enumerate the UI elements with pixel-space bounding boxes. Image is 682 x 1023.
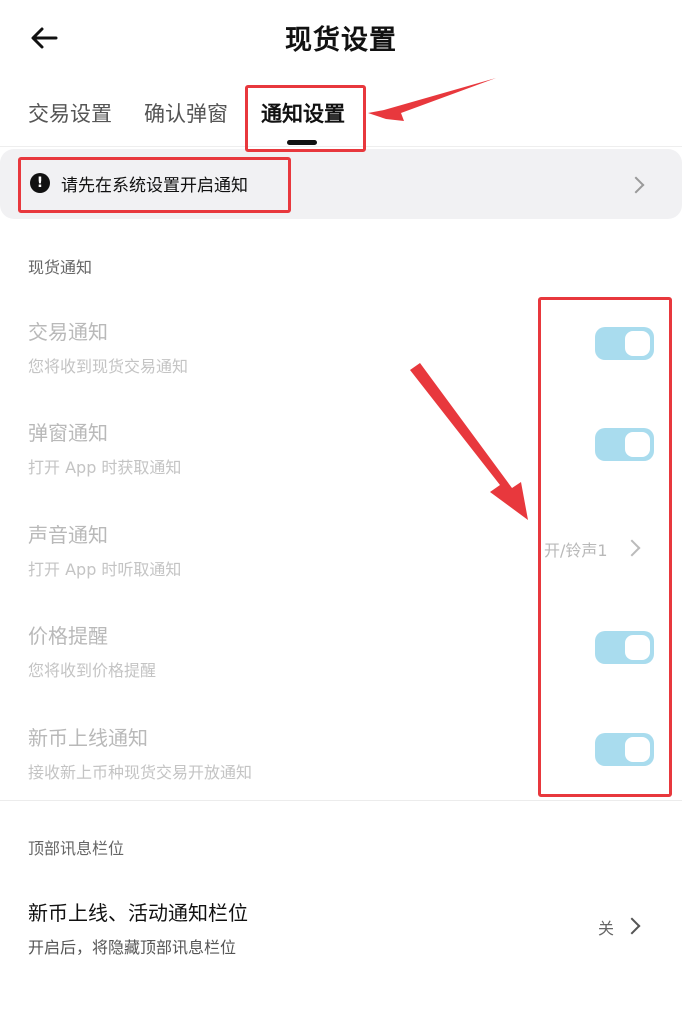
annotation-arrow-tab <box>368 78 496 121</box>
annotation-arrows <box>368 78 528 520</box>
annotation-arrow-controls <box>410 363 528 520</box>
